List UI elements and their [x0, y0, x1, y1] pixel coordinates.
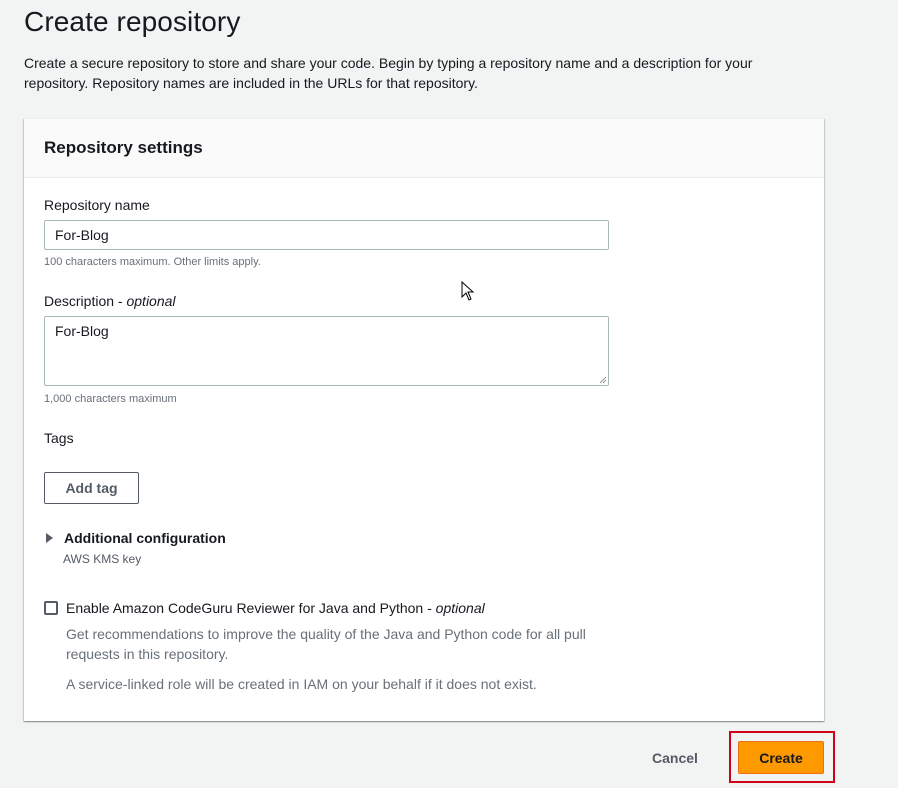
codeguru-checkbox[interactable] [44, 601, 58, 615]
codeguru-note: A service-linked role will be created in… [66, 676, 537, 692]
page-title: Create repository [24, 6, 241, 37]
kms-key-hint: AWS KMS key [63, 552, 142, 566]
repository-name-label: Repository name [44, 197, 150, 213]
codeguru-label: Enable Amazon CodeGuru Reviewer for Java… [66, 600, 485, 616]
repository-settings-panel: Repository settings Repository name 100 … [24, 118, 824, 721]
codeguru-optional: optional [435, 600, 485, 616]
caret-right-icon [46, 533, 53, 543]
description-textarea[interactable]: For-Blog [44, 316, 609, 386]
page-description: Create a secure repository to store and … [24, 55, 753, 91]
panel-title: Repository settings [44, 138, 203, 157]
cancel-button[interactable]: Cancel [640, 748, 710, 768]
additional-configuration-toggle[interactable]: Additional configuration [44, 530, 226, 546]
description-optional: optional [126, 293, 176, 309]
description-label: Description - optional [44, 293, 176, 309]
codeguru-label-text: Enable Amazon CodeGuru Reviewer for Java… [66, 600, 424, 616]
description-value: For-Blog [55, 323, 109, 339]
additional-configuration-label: Additional configuration [64, 530, 226, 546]
panel-header: Repository settings [24, 119, 824, 178]
codeguru-description: Get recommendations to improve the quali… [66, 626, 586, 662]
resize-grip-icon[interactable] [599, 376, 607, 384]
description-hint: 1,000 characters maximum [44, 393, 177, 405]
mouse-cursor-icon [461, 281, 475, 301]
create-repository-page: Create repository Create a secure reposi… [0, 0, 898, 788]
tags-label: Tags [44, 430, 74, 446]
create-button[interactable]: Create [738, 741, 824, 774]
repository-name-hint: 100 characters maximum. Other limits app… [44, 256, 261, 268]
add-tag-button[interactable]: Add tag [44, 472, 139, 504]
repository-name-input[interactable] [44, 220, 609, 250]
description-label-text: Description [44, 293, 115, 309]
